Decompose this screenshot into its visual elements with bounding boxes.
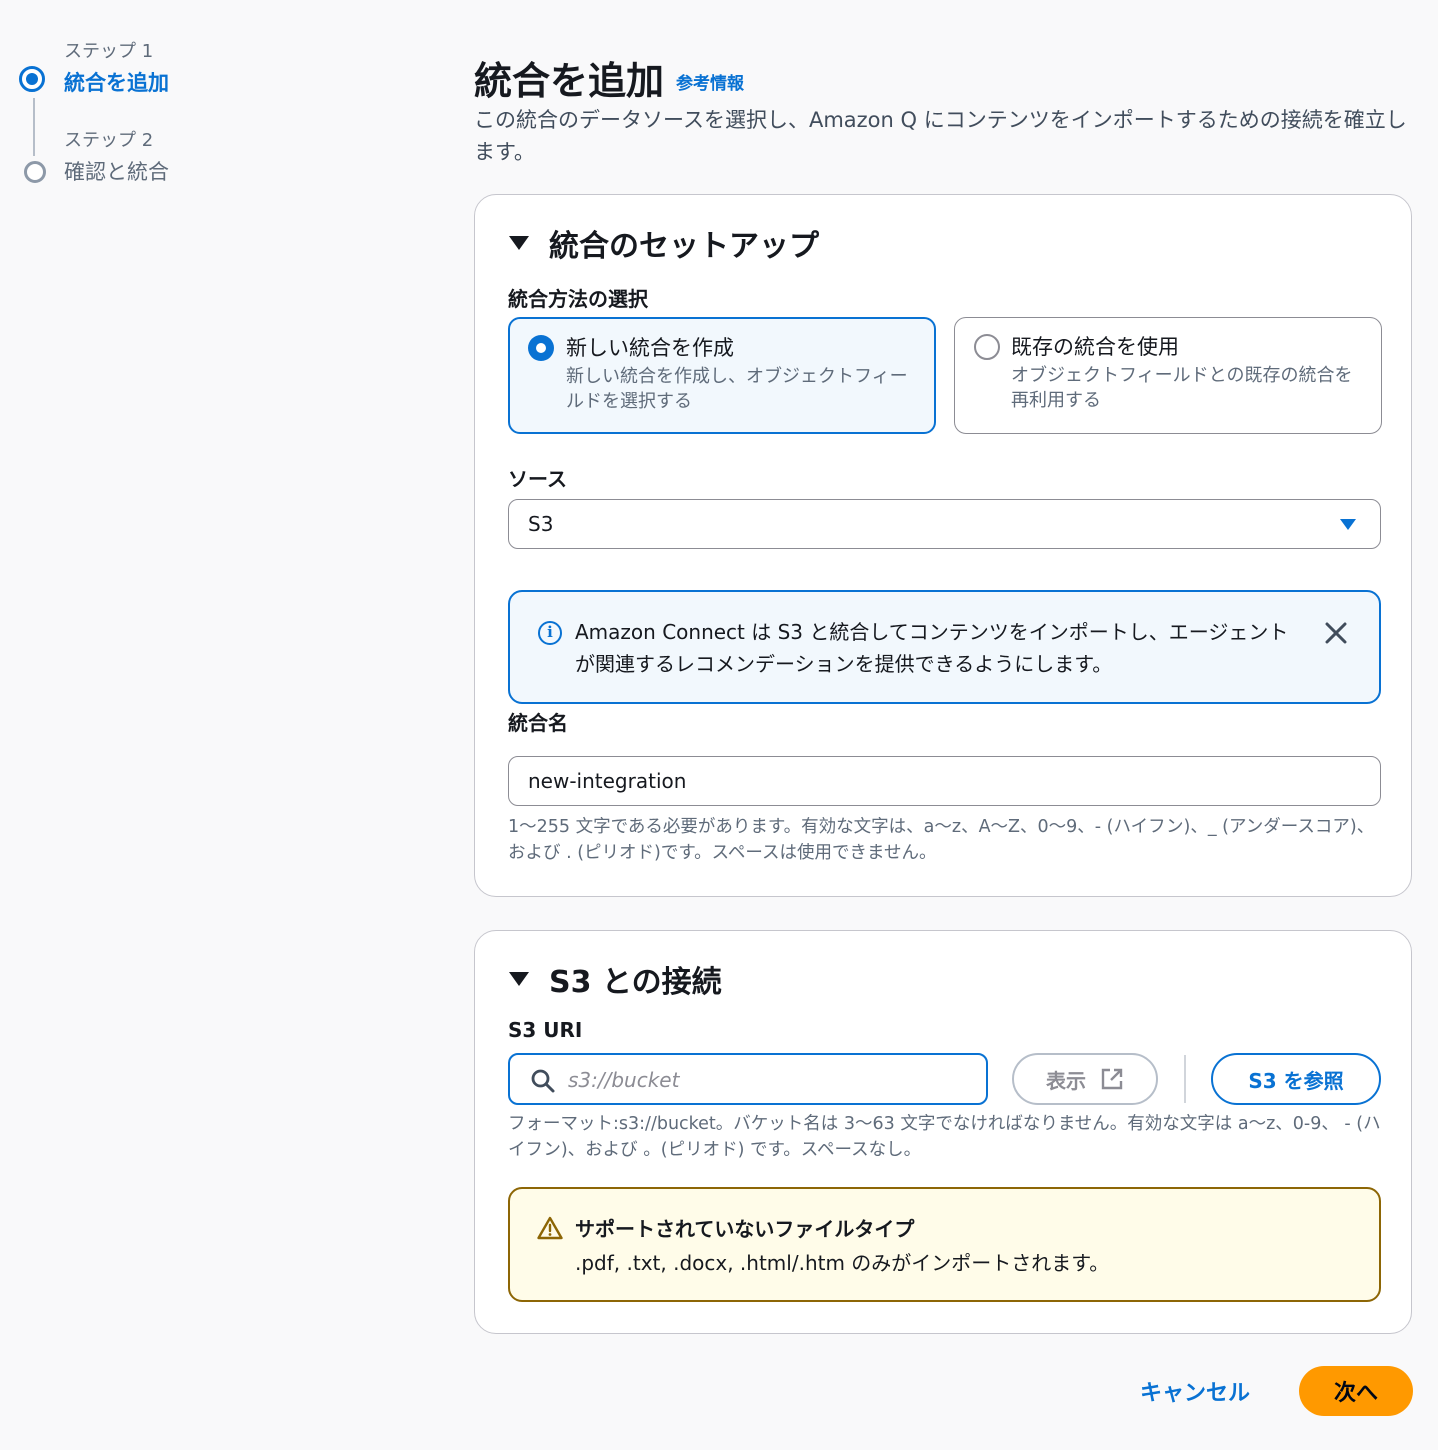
source-select[interactable]: S3 xyxy=(508,499,1381,549)
view-button-label: 表示 xyxy=(1046,1068,1086,1093)
step-1-caption: ステップ 1 xyxy=(64,41,154,62)
integration-name-hint: 1〜255 文字である必要があります。有効な文字は、a〜z、A〜Z、0〜9、- … xyxy=(508,817,1375,863)
option-new-integration[interactable]: 新しい統合を作成 新しい統合を作成し、オブジェクトフィールドを選択する xyxy=(508,317,936,434)
setup-panel-header[interactable]: 統合のセットアップ xyxy=(509,221,819,265)
step-1-link[interactable]: 統合を追加 xyxy=(64,67,169,97)
s3-uri-input[interactable] xyxy=(566,1061,970,1099)
method-label: 統合方法の選択 xyxy=(508,287,648,311)
search-icon xyxy=(531,1069,555,1093)
option-existing-integration[interactable]: 既存の統合を使用 オブジェクトフィールドとの既存の統合を再利用する xyxy=(954,317,1382,434)
step-idle-icon xyxy=(24,161,46,183)
step-connector xyxy=(33,98,35,156)
info-link[interactable]: 参考情報 xyxy=(676,69,744,94)
s3-panel-title: S3 との接続 xyxy=(549,965,722,1000)
warning-icon xyxy=(537,1216,563,1240)
warning-title: サポートされていないファイルタイプ xyxy=(575,1217,915,1241)
page-description: この統合のデータソースを選択し、Amazon Q にコンテンツをインポートするた… xyxy=(474,108,1407,164)
option-existing-description: オブジェクトフィールドとの既存の統合を再利用する xyxy=(1011,365,1353,411)
chevron-down-icon xyxy=(1340,519,1356,530)
caret-down-icon xyxy=(509,236,529,250)
option-new-title: 新しい統合を作成 xyxy=(566,336,734,360)
next-button[interactable]: 次へ xyxy=(1299,1366,1413,1416)
divider xyxy=(1184,1055,1186,1103)
cancel-button[interactable]: キャンセル xyxy=(1120,1366,1270,1416)
s3-panel-header[interactable]: S3 との接続 xyxy=(509,957,722,1001)
external-link-icon xyxy=(1101,1068,1123,1090)
close-icon[interactable] xyxy=(1323,620,1349,646)
option-new-description: 新しい統合を作成し、オブジェクトフィールドを選択する xyxy=(566,366,908,412)
warning-alert: サポートされていないファイルタイプ .pdf, .txt, .docx, .ht… xyxy=(508,1187,1381,1302)
s3-uri-field[interactable] xyxy=(508,1053,988,1105)
setup-panel: 統合のセットアップ 統合方法の選択 新しい統合を作成 新しい統合を作成し、オブジ… xyxy=(474,194,1412,897)
step-2-caption: ステップ 2 xyxy=(64,130,154,151)
warning-text: .pdf, .txt, .docx, .html/.htm のみがインポートされ… xyxy=(575,1251,1110,1275)
caret-down-icon xyxy=(509,972,529,986)
option-existing-title: 既存の統合を使用 xyxy=(1011,335,1179,359)
browse-s3-button[interactable]: S3 を参照 xyxy=(1211,1053,1381,1105)
step-2-label: 確認と統合 xyxy=(64,160,169,184)
view-button[interactable]: 表示 xyxy=(1012,1053,1158,1105)
info-icon: i xyxy=(538,621,562,645)
s3-uri-hint: フォーマット:s3://bucket。バケット名は 3〜63 文字でなければなり… xyxy=(508,1114,1381,1160)
radio-selected-icon[interactable] xyxy=(528,335,554,361)
integration-name-label: 統合名 xyxy=(508,711,568,735)
radio-unselected-icon[interactable] xyxy=(974,334,1000,360)
page-title: 統合を追加 xyxy=(474,59,665,103)
info-alert: i Amazon Connect は S3 と統合してコンテンツをインポートし、… xyxy=(508,590,1381,704)
s3-uri-label: S3 URI xyxy=(508,1018,583,1042)
s3-panel: S3 との接続 S3 URI 表示 S3 を参照 フォーマット:s3://buc… xyxy=(474,930,1412,1334)
source-label: ソース xyxy=(508,467,567,491)
source-select-value: S3 xyxy=(528,512,554,536)
integration-name-input[interactable] xyxy=(508,756,1381,806)
info-alert-text: Amazon Connect は S3 と統合してコンテンツをインポートし、エー… xyxy=(575,620,1289,676)
step-active-icon xyxy=(19,66,45,92)
setup-panel-title: 統合のセットアップ xyxy=(549,229,819,264)
